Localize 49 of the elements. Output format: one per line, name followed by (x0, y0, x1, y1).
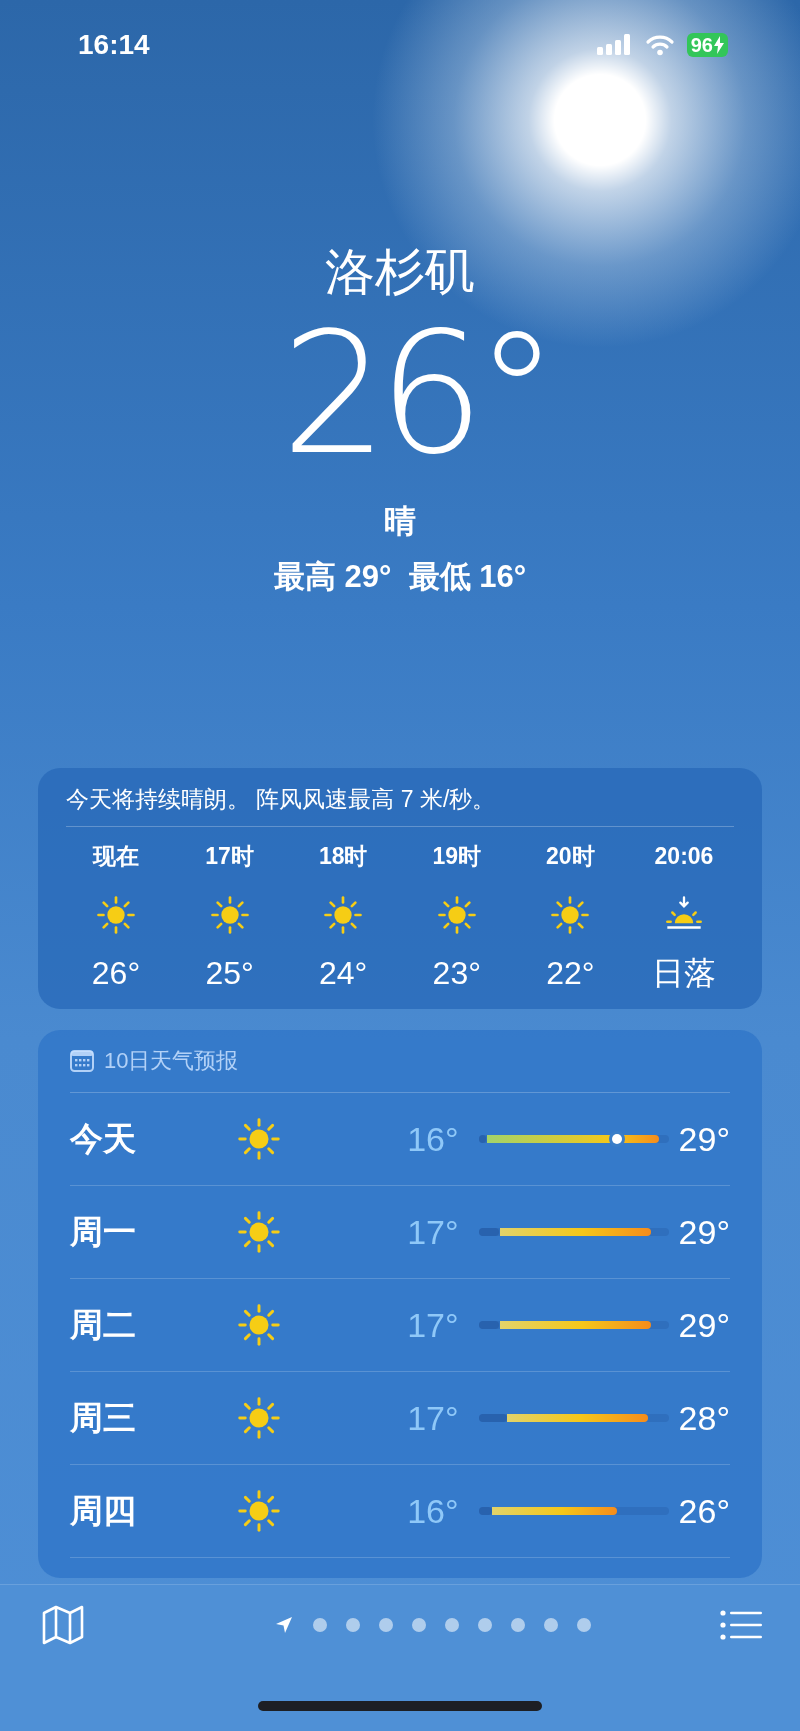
hour-label: 18时 (318, 842, 368, 871)
high-temperature: 26° (678, 1491, 730, 1531)
page-dot[interactable] (510, 1618, 525, 1632)
map-icon[interactable] (42, 1605, 84, 1645)
high-temperature: 29° (678, 1305, 730, 1345)
battery-indicator: 96 (686, 33, 728, 57)
hour-label: 17时 (205, 842, 254, 871)
low-temperature: 17° (406, 1305, 459, 1345)
page-dot[interactable] (543, 1618, 558, 1632)
day-label: 周三 (70, 1397, 137, 1438)
hour-temperature: 24° (319, 954, 368, 993)
forecast-summary: 今天将持续晴朗。 阵风风速最高 7 米/秒。 (66, 785, 497, 814)
day-label: 周二 (70, 1304, 137, 1345)
high-low-temperature: 最高 29° 最低 16° (273, 558, 527, 596)
hour-label: 现在 (93, 842, 139, 871)
calendar-icon (70, 1050, 94, 1072)
page-dot[interactable] (477, 1618, 492, 1632)
low-temperature: 17° (406, 1212, 459, 1252)
low-temperature: 17° (406, 1398, 459, 1438)
status-time: 16:14 (78, 29, 150, 61)
weather-condition: 晴 (384, 502, 416, 541)
high-temperature: 29° (678, 1212, 730, 1252)
hour-label: 20:06 (654, 842, 714, 871)
high-temperature: 28° (678, 1398, 730, 1438)
day-label: 周四 (70, 1490, 137, 1531)
list-icon[interactable] (720, 1610, 762, 1640)
signal-icon (596, 33, 633, 57)
city-name: 洛杉矶 (325, 243, 475, 302)
hour-temperature: 25° (205, 954, 254, 993)
page-dot[interactable] (444, 1618, 459, 1632)
forecast-title: 10日天气预报 (104, 1047, 239, 1075)
hour-temperature: 26° (91, 954, 141, 993)
page-dot[interactable] (411, 1618, 426, 1632)
wifi-icon (644, 34, 675, 56)
hour-temperature: 23° (432, 954, 481, 993)
day-label: 周一 (70, 1211, 137, 1252)
low-temperature: 16° (406, 1119, 459, 1159)
day-label: 今天 (70, 1118, 137, 1159)
hour-label: 19时 (432, 842, 482, 871)
page-dot[interactable] (345, 1618, 360, 1632)
hour-temperature: 22° (546, 954, 595, 993)
hour-temperature: 日落 (651, 954, 716, 993)
low-temperature: 16° (406, 1491, 459, 1531)
page-dot[interactable] (312, 1618, 327, 1632)
hour-label: 20时 (546, 842, 595, 871)
page-dot[interactable] (576, 1618, 591, 1632)
page-dot[interactable] (378, 1618, 393, 1632)
current-temperature: 26° (280, 316, 549, 472)
high-temperature: 29° (678, 1119, 730, 1159)
